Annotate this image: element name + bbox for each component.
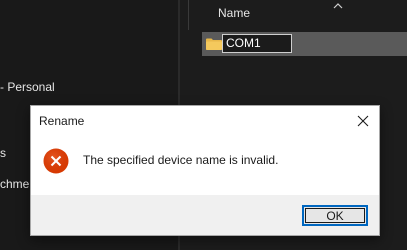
dialog-footer: OK [31,195,379,235]
folder-icon [206,37,222,50]
nav-item-partial[interactable]: s [0,146,6,160]
column-divider[interactable] [188,0,189,30]
rename-error-dialog: Rename The specified device name is inva… [30,105,380,236]
close-icon [357,115,369,127]
sort-up-chevron-icon [332,0,344,9]
nav-item-attachments-partial[interactable]: chmer [0,177,33,191]
name-column-header[interactable]: Name [218,6,250,20]
error-icon [43,148,69,174]
screen: - Personal s chmer Name COM1 Rename The … [0,0,407,250]
nav-item-personal[interactable]: - Personal [0,80,55,94]
dialog-title: Rename [39,114,85,128]
close-button[interactable] [353,111,373,131]
dialog-body: The specified device name is invalid. [31,137,379,195]
rename-input[interactable]: COM1 [222,34,292,53]
error-message: The specified device name is invalid. [83,153,279,167]
ok-button[interactable]: OK [302,205,368,226]
